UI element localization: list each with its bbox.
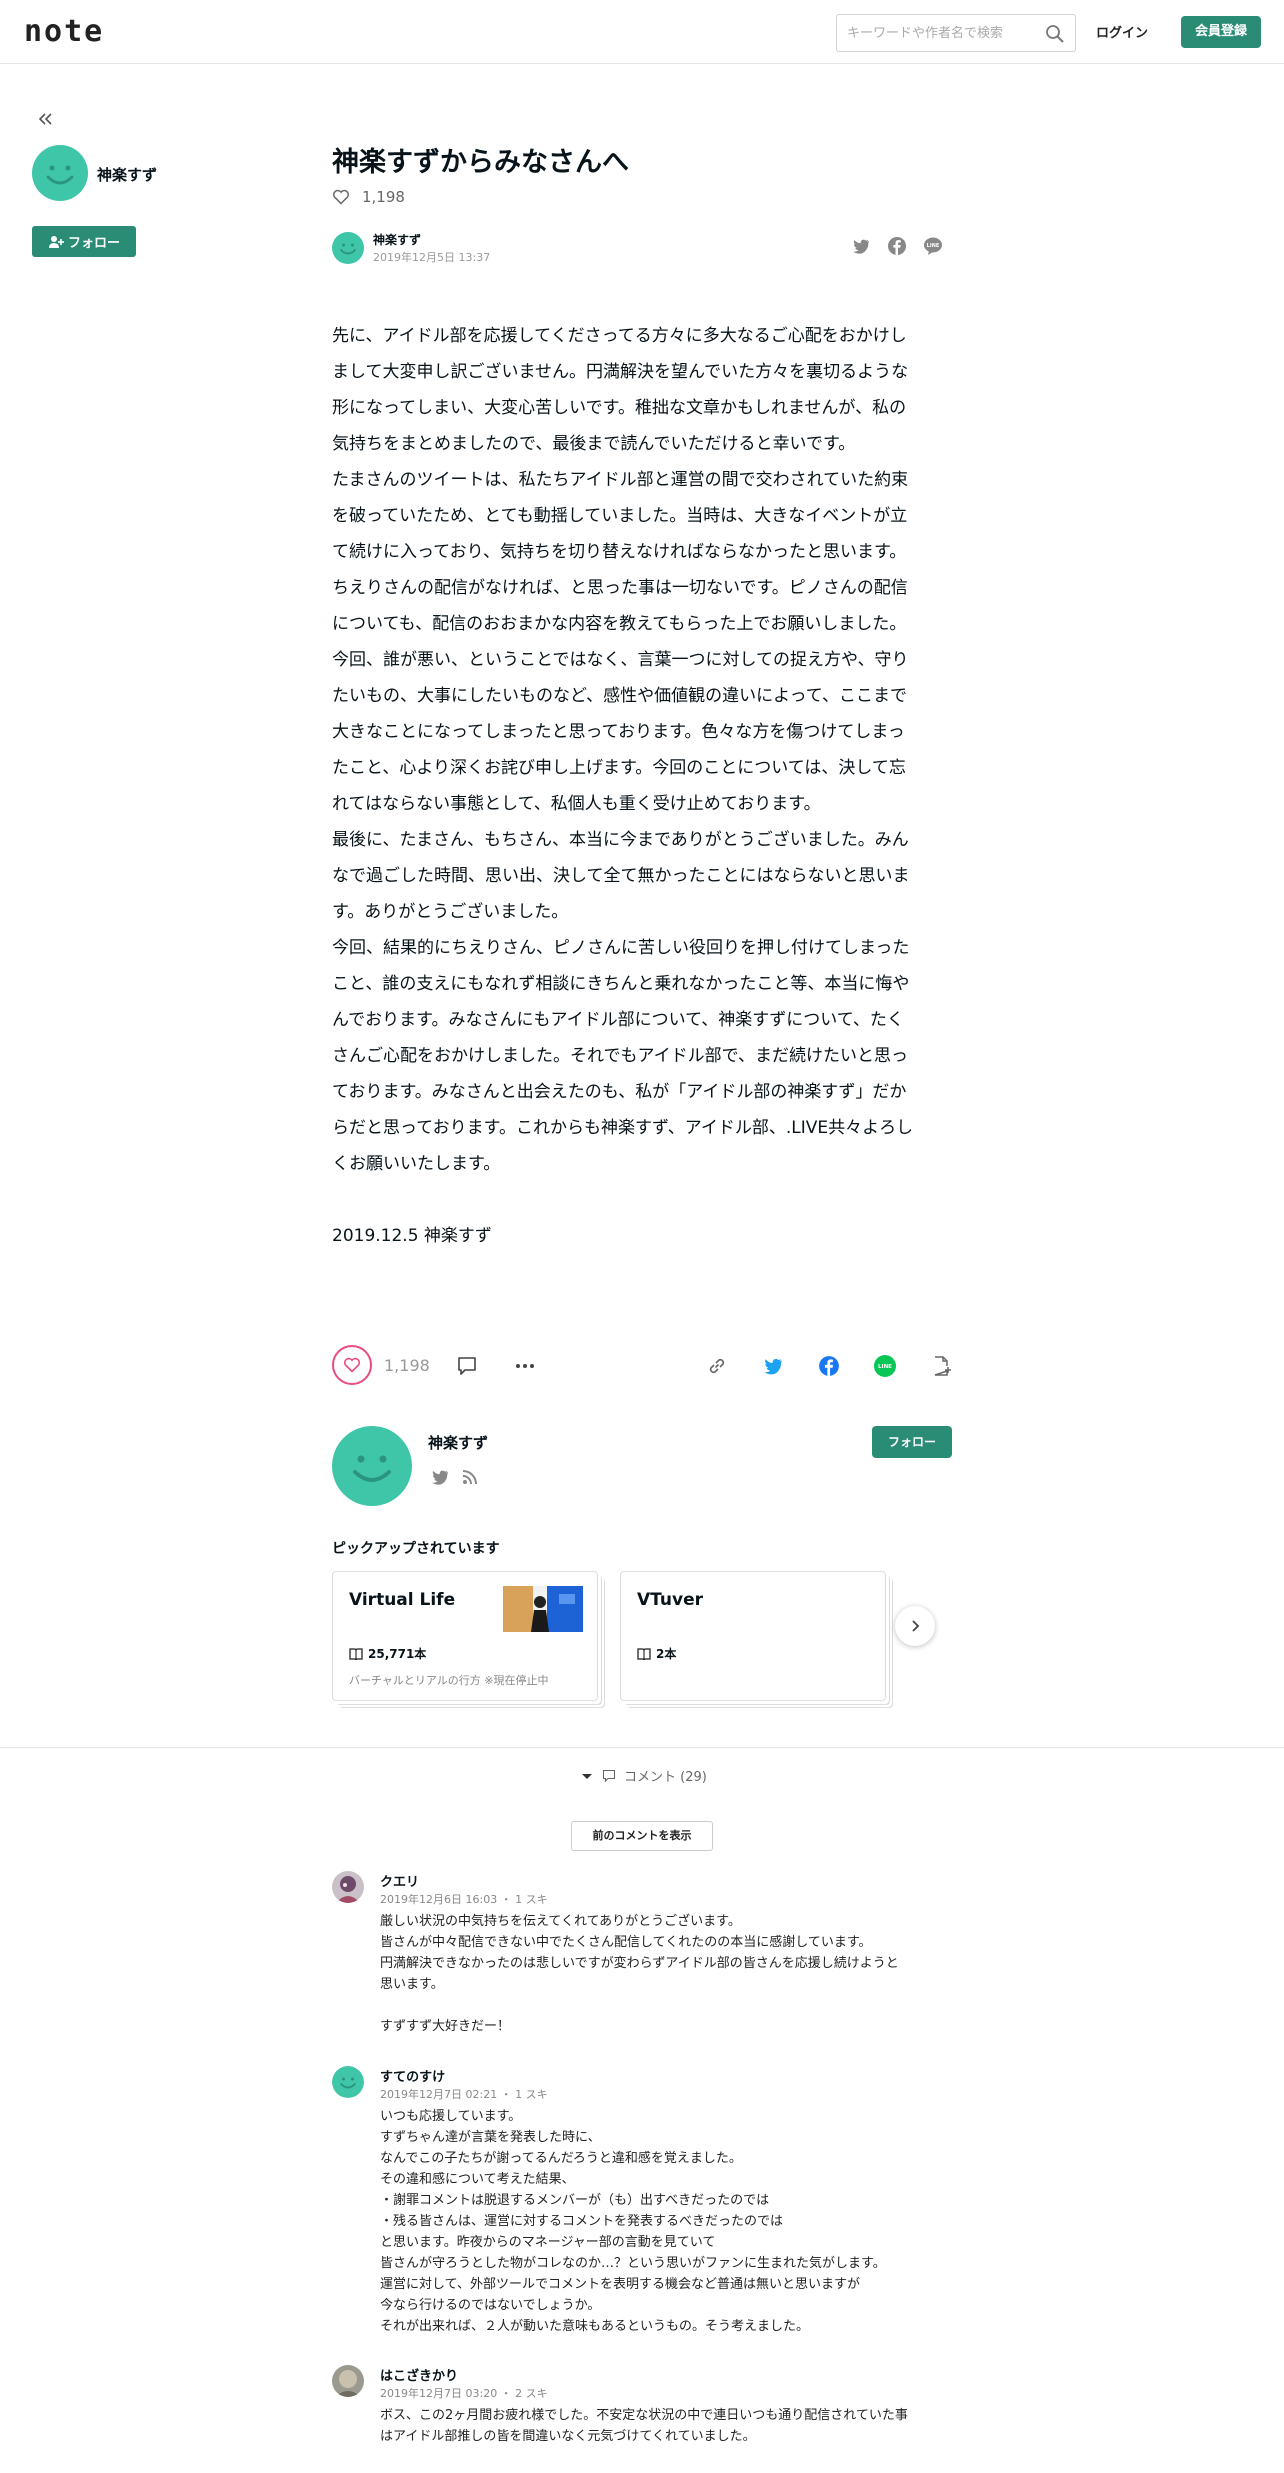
article-action-bar: 1,198 LINE <box>332 1345 952 1387</box>
sidebar-follow-button[interactable]: フォロー <box>32 226 136 257</box>
magazine-title: Virtual Life <box>349 1590 456 1610</box>
paragraph: ちえりさんの配信がなければ、と思った事は一切ないです。ピノさんの配信 についても… <box>332 578 908 634</box>
facebook-icon[interactable] <box>887 236 907 256</box>
publish-date: 2019年12月5日 13:37 <box>373 251 491 264</box>
comment-item: はこざきかり 2019年12月7日 03:20 ・ 2 スキ ボス、この2ヶ月間… <box>332 2365 952 2465</box>
commenter-name[interactable]: すてのすけ <box>380 2066 445 2085</box>
search-box[interactable] <box>836 14 1076 52</box>
paragraph: 先に、アイドル部を応援してくださってる方々に多大なるご心配をおかけし まして大変… <box>332 326 909 454</box>
comment-body: いつも応援しています。 すずちゃん達が言葉を発表した時に、 なんでこの子たちが謝… <box>380 2109 886 2334</box>
global-header: note ログイン 会員登録 <box>0 0 1284 64</box>
comment-item: クエリ 2019年12月6日 16:03 ・ 1 スキ 厳しい状況の中気持ちを伝… <box>332 1871 952 2041</box>
commenter-name[interactable]: はこざきかり <box>380 2365 458 2384</box>
embed-icon[interactable] <box>930 1355 952 1377</box>
magazine-card[interactable]: Virtual Life 25,771本 バーチャルとリアルの行方 ※現在停止中 <box>332 1571 598 1701</box>
comment-icon <box>602 1769 616 1782</box>
share-top-group: LINE <box>851 236 943 256</box>
twitter-icon[interactable] <box>851 236 871 256</box>
heart-icon <box>343 1357 361 1373</box>
add-user-icon <box>48 235 64 248</box>
comment-body: ボス、この2ヶ月間お疲れ様でした。不安定な状況の中で連日いつも通り配信されていた… <box>380 2408 908 2444</box>
paragraph: 今回、誰が悪い、ということではなく、言葉一つに対しての捉え方や、守り たいもの、… <box>332 650 909 814</box>
more-options-icon[interactable] <box>514 1355 536 1377</box>
like-count[interactable]: 1,198 <box>384 1356 430 1375</box>
article-body: 先に、アイドル部を応援してくださってる方々に多大なるご心配をおかけし まして大変… <box>332 318 952 1182</box>
heart-icon <box>333 189 349 205</box>
svg-text:LINE: LINE <box>927 243 940 249</box>
section-divider <box>0 1747 1284 1748</box>
top-like-count: 1,198 <box>362 188 405 206</box>
comments-toggle[interactable]: コメント (29) <box>580 1766 707 1785</box>
line-icon[interactable]: LINE <box>923 236 943 256</box>
login-link[interactable]: ログイン <box>1096 22 1148 41</box>
chevron-right-icon <box>912 1620 920 1632</box>
svg-text:LINE: LINE <box>878 1364 892 1370</box>
show-previous-comments-button[interactable]: 前のコメントを表示 <box>571 1821 713 1851</box>
twitter-share-icon[interactable] <box>762 1355 784 1377</box>
author-avatar[interactable] <box>332 232 364 264</box>
author-name[interactable]: 神楽すず <box>373 231 421 248</box>
magazine-description: バーチャルとリアルの行方 ※現在停止中 <box>349 1674 549 1687</box>
comment-icon[interactable] <box>456 1355 478 1377</box>
carousel-next-button[interactable] <box>895 1606 935 1646</box>
comment-body: 厳しい状況の中気持ちを伝えてくれてありがとうございます。 皆さんが中々配信できな… <box>380 1914 899 2034</box>
note-logo[interactable]: note <box>24 17 104 47</box>
paragraph: 今回、結果的にちえりさん、ピノさんに苦しい役回りを押し付けてしまった こと、誰の… <box>332 938 914 1174</box>
like-button[interactable] <box>332 1345 372 1385</box>
commenter-name[interactable]: クエリ <box>380 1871 419 1890</box>
avatar[interactable] <box>32 145 88 201</box>
facebook-share-icon[interactable] <box>818 1355 840 1377</box>
sidebar-author-name[interactable]: 神楽すず <box>97 164 157 185</box>
author-card-avatar[interactable] <box>332 1426 412 1506</box>
twitter-icon[interactable] <box>430 1467 450 1487</box>
line-share-icon[interactable]: LINE <box>874 1355 896 1377</box>
pickup-heading: ピックアップされています <box>332 1541 500 1557</box>
comment-meta: 2019年12月6日 16:03 ・ 1 スキ <box>380 1893 548 1906</box>
comments-count-label: コメント (29) <box>624 1770 707 1785</box>
paragraph: たまさんのツイートは、私たちアイドル部と運営の間で交わされていた約束 を破ってい… <box>332 470 909 562</box>
search-icon[interactable] <box>1045 24 1065 44</box>
magazine-thumbnail <box>503 1586 583 1632</box>
caret-down-icon <box>582 1773 592 1779</box>
magazine-count: 25,771本 <box>349 1645 426 1662</box>
book-icon <box>637 1647 651 1660</box>
commenter-avatar[interactable] <box>332 1871 364 1903</box>
article-title: 神楽すずからみなさんへ <box>332 147 629 178</box>
magazine-card[interactable]: VTuver 2本 <box>620 1571 886 1701</box>
magazine-count-value: 2本 <box>656 1647 677 1661</box>
rss-icon[interactable] <box>460 1467 480 1487</box>
author-card-name[interactable]: 神楽すず <box>428 1432 488 1453</box>
top-like-counter[interactable]: 1,198 <box>332 188 405 206</box>
book-icon <box>349 1647 363 1660</box>
search-input[interactable] <box>847 23 1037 43</box>
sidebar-follow-label: フォロー <box>67 236 120 251</box>
comment-item: すてのすけ 2019年12月7日 02:21 ・ 1 スキ いつも応援しています… <box>332 2066 952 2346</box>
paragraph: 最後に、たまさん、もちさん、本当に今までありがとうございました。みん なで過ごし… <box>332 830 910 922</box>
author-card-follow-button[interactable]: フォロー <box>872 1426 952 1458</box>
magazine-count: 2本 <box>637 1645 676 1662</box>
magazine-title: VTuver <box>637 1590 703 1610</box>
link-icon[interactable] <box>706 1355 728 1377</box>
comment-meta: 2019年12月7日 03:20 ・ 2 スキ <box>380 2387 548 2400</box>
comment-meta: 2019年12月7日 02:21 ・ 1 スキ <box>380 2088 548 2101</box>
commenter-avatar[interactable] <box>332 2365 364 2397</box>
article-signature: 2019.12.5 神楽すず <box>332 1226 492 1246</box>
double-chevron-left-icon[interactable] <box>36 110 54 128</box>
magazine-count-value: 25,771本 <box>368 1647 427 1661</box>
register-button[interactable]: 会員登録 <box>1181 16 1261 48</box>
commenter-avatar[interactable] <box>332 2066 364 2098</box>
